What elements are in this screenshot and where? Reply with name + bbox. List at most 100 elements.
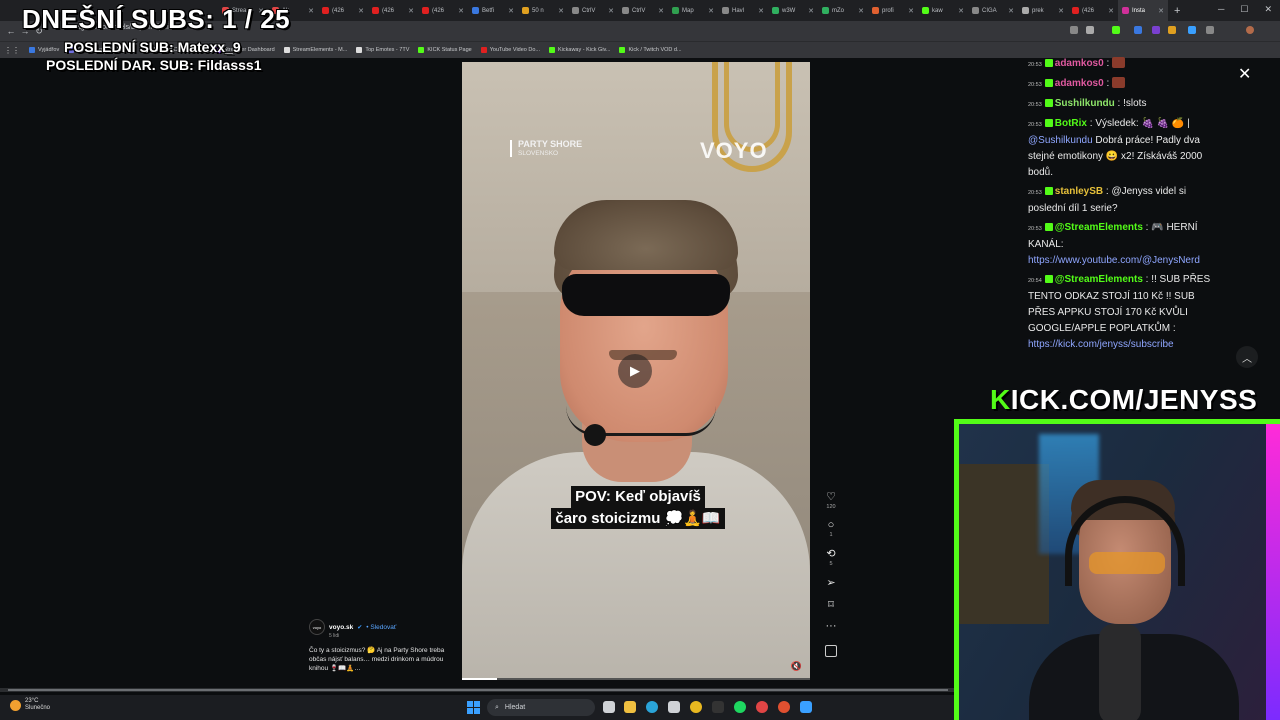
- extension-icon[interactable]: [1070, 26, 1078, 34]
- extension-icon[interactable]: [1134, 26, 1142, 34]
- tab-close-icon[interactable]: ✕: [1008, 7, 1014, 15]
- chat-username[interactable]: @StreamElements: [1055, 222, 1143, 233]
- tab-close-icon[interactable]: ✕: [658, 7, 664, 15]
- tab-close-icon[interactable]: ✕: [808, 7, 814, 15]
- bookmark-item[interactable]: YouTube Video Do...: [480, 47, 540, 53]
- video-progress[interactable]: [462, 678, 810, 680]
- tab-close-icon[interactable]: ✕: [758, 7, 764, 15]
- tab-close-icon[interactable]: ✕: [1108, 7, 1114, 15]
- close-window-icon[interactable]: ✕: [1264, 4, 1272, 15]
- chat-username[interactable]: Sushilkundu: [1055, 98, 1115, 109]
- browser-tab[interactable]: w3W ✕: [768, 0, 818, 21]
- chat-link[interactable]: https://kick.com/jenyss/subscribe: [1028, 339, 1174, 350]
- comment-button[interactable]: ○ 1: [828, 519, 835, 538]
- browser-tab[interactable]: (426 ✕: [318, 0, 368, 21]
- browser-tab[interactable]: Map ✕: [668, 0, 718, 21]
- bookmark-item[interactable]: Top Emotes - 7TV: [356, 47, 409, 53]
- task-view-icon[interactable]: [603, 701, 615, 713]
- share-button[interactable]: ➢: [826, 576, 835, 589]
- audio-thumbnail[interactable]: [825, 645, 837, 657]
- start-button[interactable]: [467, 701, 480, 714]
- maximize-icon[interactable]: ☐: [1240, 4, 1248, 15]
- profile-avatar[interactable]: [1246, 26, 1254, 34]
- scroll-up-button[interactable]: ︿: [1236, 346, 1258, 368]
- browser-tab[interactable]: CtrlV ✕: [618, 0, 668, 21]
- browser-tab[interactable]: profi ✕: [868, 0, 918, 21]
- bookmark-item[interactable]: KICK Status Page: [418, 47, 472, 53]
- spotify-icon[interactable]: [734, 701, 746, 713]
- play-button[interactable]: ▶: [618, 354, 652, 388]
- chat-username[interactable]: stanleySB: [1055, 186, 1103, 197]
- app-icon[interactable]: [756, 701, 768, 713]
- follow-button[interactable]: • Sledovať: [366, 624, 396, 631]
- scrollbar-thumb[interactable]: [8, 689, 948, 691]
- tab-close-icon[interactable]: ✕: [608, 7, 614, 15]
- taskbar-search[interactable]: ⌕ Hledat: [487, 699, 595, 716]
- edge-icon[interactable]: [646, 701, 658, 713]
- tab-close-icon[interactable]: ✕: [558, 7, 564, 15]
- chat-link[interactable]: @Sushilkundu: [1028, 135, 1093, 146]
- tab-close-icon[interactable]: ✕: [1158, 7, 1164, 15]
- app-icon[interactable]: [800, 701, 812, 713]
- browser-tab[interactable]: prek ✕: [1018, 0, 1068, 21]
- tab-close-icon[interactable]: ✕: [308, 7, 314, 15]
- chat-username[interactable]: BotRix: [1055, 118, 1087, 129]
- more-button[interactable]: ···: [826, 620, 837, 632]
- new-tab-button[interactable]: +: [1174, 5, 1180, 17]
- like-button[interactable]: ♡ 120: [826, 490, 836, 510]
- browser-tab[interactable]: CtrlV ✕: [568, 0, 618, 21]
- extension-icon[interactable]: [1112, 26, 1120, 34]
- browser-tab[interactable]: kaw ✕: [918, 0, 968, 21]
- repost-button[interactable]: ⟲ 5: [826, 547, 835, 567]
- extension-icon[interactable]: [1206, 26, 1214, 34]
- browser-tab[interactable]: (426 ✕: [1068, 0, 1118, 21]
- tab-close-icon[interactable]: ✕: [958, 7, 964, 15]
- tab-close-icon[interactable]: ✕: [508, 7, 514, 15]
- tab-close-icon[interactable]: ✕: [908, 7, 914, 15]
- chat-username[interactable]: adamkos0: [1055, 78, 1104, 89]
- browser-tab[interactable]: Havl ✕: [718, 0, 768, 21]
- minimize-icon[interactable]: ─: [1218, 4, 1224, 15]
- browser-tab[interactable]: Insta ✕: [1118, 0, 1168, 21]
- close-icon[interactable]: ✕: [1238, 64, 1251, 84]
- tab-close-icon[interactable]: ✕: [708, 7, 714, 15]
- author-username[interactable]: voyo.sk: [329, 624, 353, 631]
- browser-tab[interactable]: (426 ✕: [368, 0, 418, 21]
- tab-close-icon[interactable]: ✕: [458, 7, 464, 15]
- browser-tab[interactable]: (426 ✕: [418, 0, 468, 21]
- weather-widget[interactable]: 23°C Slunečno: [10, 698, 50, 712]
- save-button[interactable]: ⌑: [828, 598, 834, 611]
- chat-message: 20:53 stanleySB : @Jenyss videl si posled…: [1028, 184, 1218, 217]
- mute-icon[interactable]: 🔇: [791, 661, 802, 672]
- chat-text: :: [1103, 58, 1113, 69]
- store-icon[interactable]: [668, 701, 680, 713]
- bookmark-item[interactable]: Kickaway - Kick Giv...: [549, 47, 610, 53]
- extension-icon[interactable]: [1152, 26, 1160, 34]
- tab-close-icon[interactable]: ✕: [408, 7, 414, 15]
- extension-icon[interactable]: [1188, 26, 1196, 34]
- apps-icon[interactable]: ⋮⋮: [4, 46, 20, 55]
- author-avatar[interactable]: voyo: [309, 619, 325, 635]
- chat-username[interactable]: adamkos0: [1055, 58, 1104, 69]
- browser-tab[interactable]: mZo ✕: [818, 0, 868, 21]
- bookmark-item[interactable]: Kick / Twitch VOD d...: [619, 47, 682, 53]
- chrome-icon[interactable]: [690, 701, 702, 713]
- bookmark-item[interactable]: Vyjádřov: [29, 47, 59, 53]
- chat-username[interactable]: @StreamElements: [1055, 274, 1143, 285]
- reel-video[interactable]: PARTY SHORE SLOVENSKO VOYO ▶ POV: Keď ob…: [462, 62, 810, 680]
- chrome-icon[interactable]: [778, 701, 790, 713]
- tab-close-icon[interactable]: ✕: [358, 7, 364, 15]
- star-icon[interactable]: [1086, 26, 1094, 34]
- browser-tab[interactable]: Betfi ✕: [468, 0, 518, 21]
- chat-link[interactable]: https://www.youtube.com/@JenysNerd: [1028, 255, 1200, 266]
- extension-icon[interactable]: [1168, 26, 1176, 34]
- horizontal-scrollbar[interactable]: [0, 688, 954, 692]
- terminal-icon[interactable]: [712, 701, 724, 713]
- tab-close-icon[interactable]: ✕: [858, 7, 864, 15]
- tab-close-icon[interactable]: ✕: [1058, 7, 1064, 15]
- bookmark-item[interactable]: StreamElements - M...: [283, 47, 347, 53]
- browser-tab[interactable]: CIGA ✕: [968, 0, 1018, 21]
- file-explorer-icon[interactable]: [624, 701, 636, 713]
- back-icon[interactable]: ←: [4, 26, 18, 36]
- browser-tab[interactable]: 50 n ✕: [518, 0, 568, 21]
